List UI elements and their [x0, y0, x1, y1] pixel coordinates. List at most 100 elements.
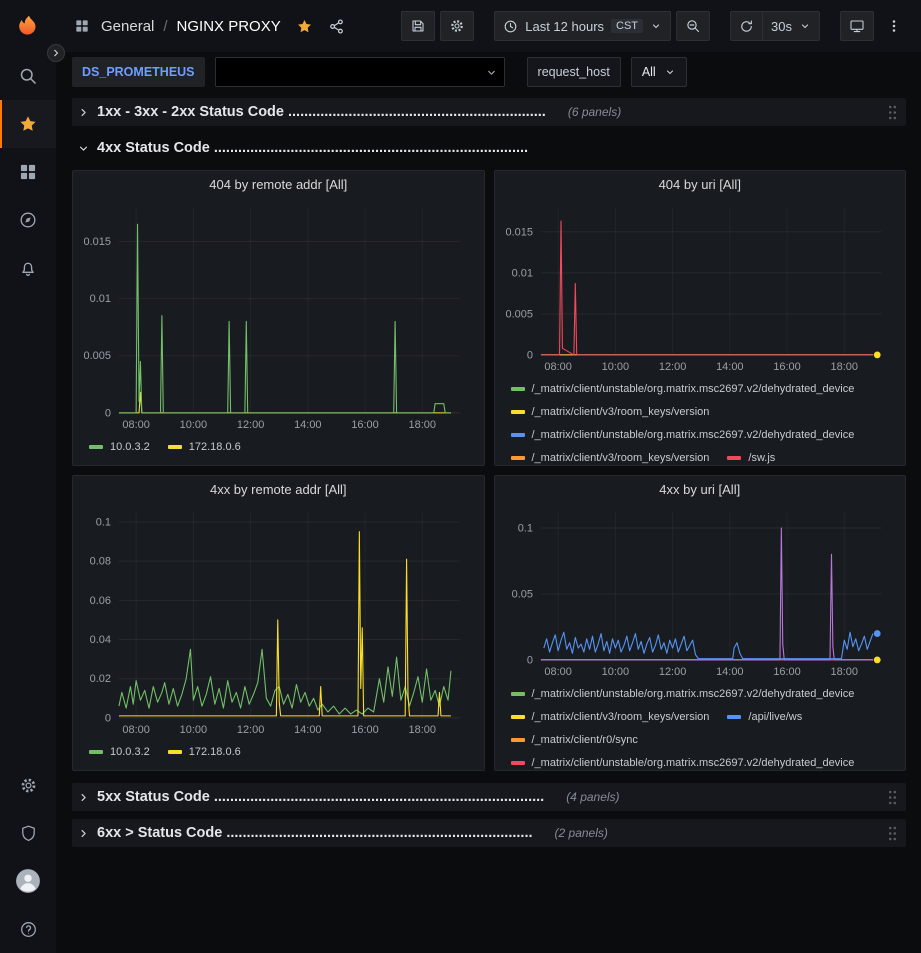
favorite-star-button[interactable] [296, 18, 313, 35]
legend-item[interactable]: /api/live/ws [727, 711, 802, 723]
save-dashboard-button[interactable] [401, 11, 435, 41]
svg-text:0.1: 0.1 [96, 516, 111, 528]
row-toggle-4xx[interactable]: 4xx Status Code ........................… [78, 140, 900, 156]
svg-text:14:00: 14:00 [294, 419, 321, 431]
svg-text:12:00: 12:00 [658, 666, 685, 678]
legend-item[interactable]: /_matrix/client/unstable/org.matrix.msc2… [511, 688, 855, 700]
row-1xx-3xx-2xx: 1xx - 3xx - 2xx Status Code ............… [72, 98, 906, 126]
sidebar-item-server-admin[interactable] [0, 809, 56, 857]
svg-text:18:00: 18:00 [830, 666, 857, 678]
dashboard-canvas: DS_PROMETHEUS request_host All 1xx - 3xx… [56, 52, 921, 953]
clock-icon [503, 19, 518, 34]
breadcrumb-folder[interactable]: General [101, 18, 154, 35]
svg-text:18:00: 18:00 [409, 419, 436, 431]
row-panel-count: (2 panels) [555, 826, 608, 840]
legend-item[interactable]: /_matrix/client/unstable/org.matrix.msc2… [511, 383, 855, 395]
svg-text:0.06: 0.06 [90, 595, 111, 607]
legend-label: /_matrix/client/unstable/org.matrix.msc2… [532, 429, 855, 441]
grafana-logo[interactable] [0, 0, 56, 52]
panel-title[interactable]: 404 by uri [All] [495, 171, 906, 199]
svg-text:12:00: 12:00 [237, 419, 264, 431]
kebab-menu-button[interactable] [879, 11, 909, 41]
svg-text:0.015: 0.015 [84, 236, 111, 248]
legend-item[interactable]: /_matrix/client/v3/room_keys/version [511, 452, 710, 464]
svg-text:18:00: 18:00 [830, 361, 857, 373]
refresh-interval-dropdown[interactable]: 30s [762, 11, 820, 41]
sidebar-item-alerting[interactable] [0, 244, 56, 292]
zoom-out-button[interactable] [676, 11, 710, 41]
series-color-swatch [168, 750, 182, 754]
row-drag-handle[interactable] [885, 102, 900, 123]
chevron-down-icon [78, 143, 89, 154]
chevron-down-icon [664, 66, 676, 78]
row-5xx: 5xx Status Code ........................… [72, 783, 906, 811]
panel-4xx-by-remote-addr: 4xx by remote addr [All]08:0010:0012:001… [72, 475, 485, 771]
svg-text:14:00: 14:00 [294, 724, 321, 736]
legend-label: /api/live/ws [748, 711, 802, 723]
sidebar-item-help[interactable] [0, 905, 56, 953]
share-dashboard-button[interactable] [328, 18, 345, 35]
legend-label: 10.0.3.2 [110, 746, 150, 758]
sidebar-item-search[interactable] [0, 52, 56, 100]
chevron-right-icon [78, 828, 89, 839]
series-color-swatch [511, 761, 525, 765]
panel-404-by-remote-addr: 404 by remote addr [All]08:0010:0012:001… [72, 170, 485, 466]
legend-item[interactable]: /_matrix/client/unstable/org.matrix.msc2… [511, 757, 855, 769]
legend-item[interactable]: /_matrix/client/v3/room_keys/version [511, 406, 710, 418]
panel-404-by-uri: 404 by uri [All]08:0010:0012:0014:0016:0… [494, 170, 907, 466]
request-host-select[interactable]: All [631, 57, 687, 87]
panel-legend: /_matrix/client/unstable/org.matrix.msc2… [495, 375, 906, 465]
svg-text:0.015: 0.015 [505, 226, 532, 238]
legend-item[interactable]: /_matrix/client/unstable/org.matrix.msc2… [511, 429, 855, 441]
dashboard-settings-button[interactable] [440, 11, 474, 41]
row-drag-handle[interactable] [885, 787, 900, 808]
sidebar-item-profile[interactable] [0, 857, 56, 905]
svg-text:14:00: 14:00 [716, 666, 743, 678]
dashboard-title[interactable]: NGINX PROXY [177, 18, 281, 35]
svg-text:0.01: 0.01 [511, 267, 532, 279]
series-color-swatch [89, 445, 103, 449]
svg-text:16:00: 16:00 [351, 724, 378, 736]
legend-item[interactable]: /_matrix/client/r0/sync [511, 734, 638, 746]
legend-item[interactable]: /sw.js [727, 452, 775, 464]
sidebar-item-dashboards[interactable] [0, 148, 56, 196]
host-variable-select[interactable] [215, 57, 505, 87]
row-toggle-5xx[interactable]: 5xx Status Code ........................… [78, 789, 885, 805]
panel-title[interactable]: 404 by remote addr [All] [73, 171, 484, 199]
timeseries-chart[interactable]: 08:0010:0012:0014:0016:0018:0000.0050.01… [79, 199, 478, 433]
time-range-picker[interactable]: Last 12 hours CST [494, 11, 671, 41]
series-color-swatch [511, 738, 525, 742]
tv-mode-button[interactable] [840, 11, 874, 41]
legend-item[interactable]: 172.18.0.6 [168, 441, 241, 453]
timeseries-chart[interactable]: 08:0010:0012:0014:0016:0018:0000.0050.01… [501, 199, 900, 375]
legend-item[interactable]: 10.0.3.2 [89, 746, 150, 758]
timeseries-chart[interactable]: 08:0010:0012:0014:0016:0018:0000.050.1 [501, 504, 900, 680]
timeseries-chart[interactable]: 08:0010:0012:0014:0016:0018:0000.020.040… [79, 504, 478, 738]
sidebar [0, 0, 56, 953]
row-toggle-1xx[interactable]: 1xx - 3xx - 2xx Status Code ............… [78, 104, 885, 120]
svg-text:0.005: 0.005 [505, 308, 532, 320]
svg-text:0: 0 [526, 654, 532, 666]
svg-text:0: 0 [526, 349, 532, 361]
legend-item[interactable]: 10.0.3.2 [89, 441, 150, 453]
series-color-swatch [511, 433, 525, 437]
panel-title[interactable]: 4xx by uri [All] [495, 476, 906, 504]
row-drag-handle[interactable] [885, 823, 900, 844]
sidebar-item-explore[interactable] [0, 196, 56, 244]
refresh-button[interactable] [730, 11, 763, 41]
sidebar-item-configuration[interactable] [0, 761, 56, 809]
legend-item[interactable]: 172.18.0.6 [168, 746, 241, 758]
sidebar-item-starred[interactable] [0, 100, 56, 148]
panel-title[interactable]: 4xx by remote addr [All] [73, 476, 484, 504]
svg-text:12:00: 12:00 [658, 361, 685, 373]
panel-legend: /_matrix/client/unstable/org.matrix.msc2… [495, 680, 906, 770]
series-color-swatch [511, 692, 525, 696]
svg-text:0.005: 0.005 [84, 350, 111, 362]
sidebar-expand-button[interactable] [47, 44, 65, 62]
row-toggle-6xx[interactable]: 6xx > Status Code ......................… [78, 825, 885, 841]
legend-label: 172.18.0.6 [189, 746, 241, 758]
series-color-swatch [89, 750, 103, 754]
legend-item[interactable]: /_matrix/client/v3/room_keys/version [511, 711, 710, 723]
gear-icon [449, 18, 465, 34]
variable-label-ds-prometheus: DS_PROMETHEUS [72, 57, 205, 87]
